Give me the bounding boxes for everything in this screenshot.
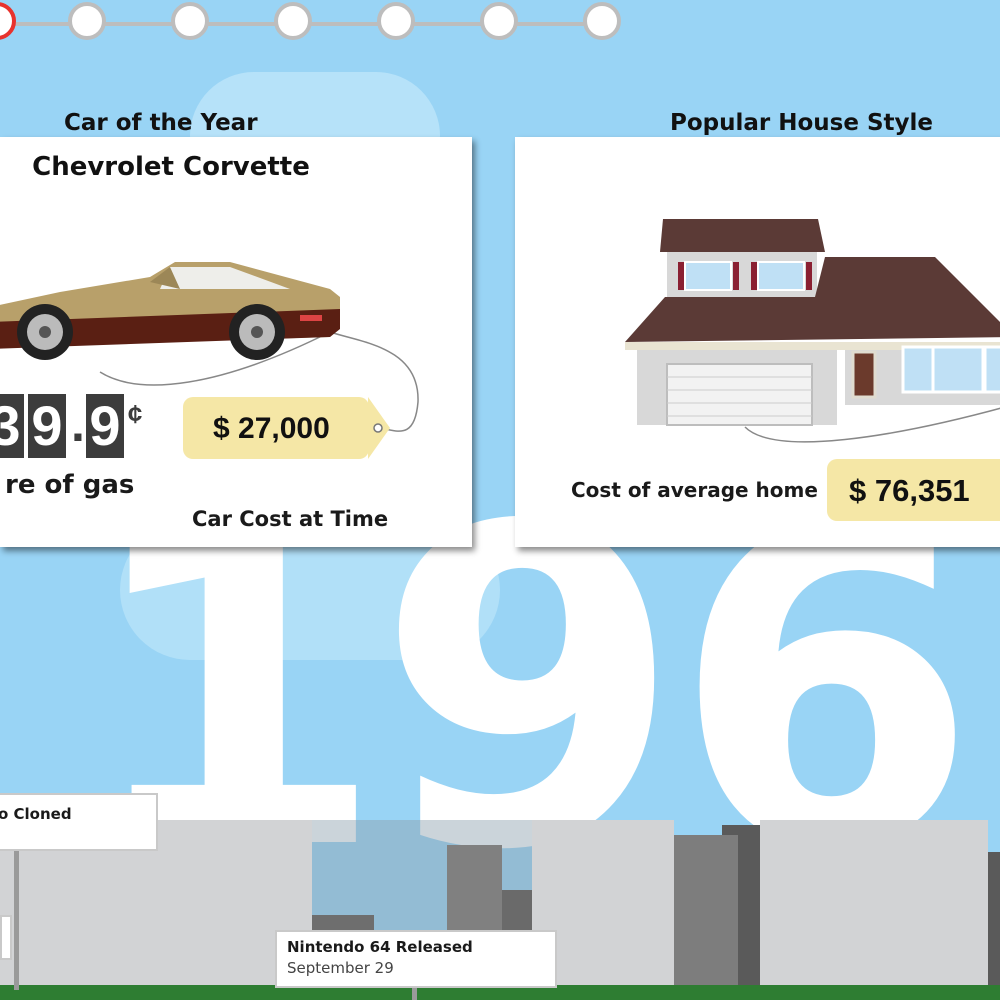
gas-price-digit: 9 (85, 394, 124, 458)
car-price-caption: Car Cost at Time (192, 507, 389, 531)
car-card: Chevrolet Corvette 3 9.9 ¢ re of gas $ 27,… (0, 137, 472, 547)
car-section-heading: Car of the Year (64, 110, 258, 136)
car-price: $ 27,000 (213, 412, 330, 445)
house-section-heading: Popular House Style (670, 110, 934, 136)
building (674, 835, 738, 990)
event-pole (14, 850, 19, 990)
gas-price-digit: 9 (28, 394, 66, 458)
car-name: Chevrolet Corvette (32, 152, 310, 182)
building (988, 852, 1000, 990)
event-title: Nintendo 64 Released (287, 938, 473, 956)
timeline-stop-5[interactable] (377, 2, 415, 40)
timeline-stop-4[interactable] (274, 2, 312, 40)
house-illustration (625, 219, 1000, 443)
gas-price-digit: 3 (0, 394, 24, 458)
house-card: Cost of average home $ 76,351 (515, 137, 1000, 547)
building (760, 820, 988, 990)
car-price-tag: $ 27,000 (183, 397, 369, 459)
timeline-stop-6[interactable] (480, 2, 518, 40)
house-price-tag: $ 76,351 (827, 459, 1000, 521)
timeline-stop-1[interactable] (0, 2, 16, 40)
house-price: $ 76,351 (849, 473, 970, 508)
gas-label: re of gas (5, 470, 135, 500)
timeline-stop-3[interactable] (171, 2, 209, 40)
house-cost-label: Cost of average home (571, 478, 818, 502)
event-card-cloned[interactable]: o Cloned (0, 793, 158, 851)
tag-point (368, 397, 390, 459)
event-card-partial[interactable] (0, 915, 12, 960)
gas-price-display: 3 9.9 ¢ (0, 394, 142, 458)
event-title: o Cloned (0, 805, 72, 823)
gas-price-unit: ¢ (127, 399, 143, 429)
timeline-stop-2[interactable] (68, 2, 106, 40)
gas-price-decimal: . (71, 396, 85, 452)
event-card-nintendo-64[interactable]: Nintendo 64 Released September 29 (275, 930, 557, 988)
timeline-stop-7[interactable] (583, 2, 621, 40)
event-date: September 29 (287, 959, 394, 977)
